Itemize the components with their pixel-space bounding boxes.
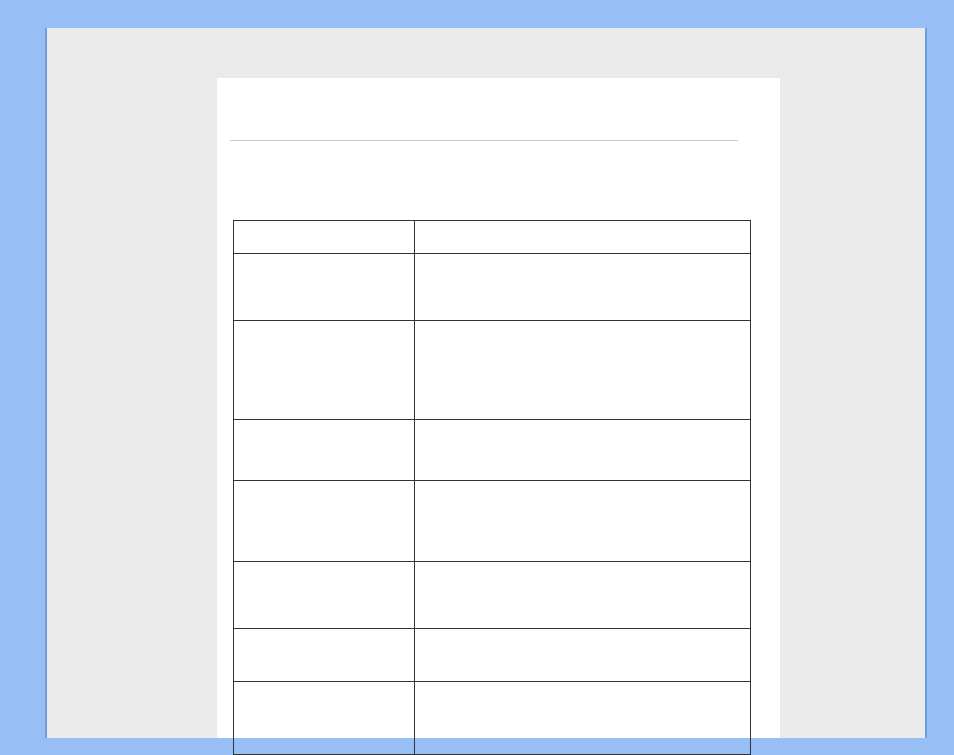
table-cell-right[interactable] bbox=[414, 481, 750, 562]
table-cell-left[interactable] bbox=[234, 629, 415, 682]
document-table[interactable] bbox=[233, 220, 751, 755]
table-cell-right[interactable] bbox=[414, 254, 750, 321]
document-page[interactable] bbox=[217, 78, 780, 738]
table-row[interactable] bbox=[234, 254, 751, 321]
table-row[interactable] bbox=[234, 682, 751, 755]
table-cell-left[interactable] bbox=[234, 562, 415, 629]
table-cell-right[interactable] bbox=[414, 562, 750, 629]
table-cell-right[interactable] bbox=[414, 682, 750, 755]
editor-viewport bbox=[45, 28, 927, 738]
table-cell-left[interactable] bbox=[234, 321, 415, 420]
table-cell-right[interactable] bbox=[414, 221, 750, 254]
table-cell-left[interactable] bbox=[234, 481, 415, 562]
table-cell-right[interactable] bbox=[414, 629, 750, 682]
table-row[interactable] bbox=[234, 562, 751, 629]
table-row[interactable] bbox=[234, 321, 751, 420]
table-cell-left[interactable] bbox=[234, 254, 415, 321]
table-cell-left[interactable] bbox=[234, 221, 415, 254]
table-cell-right[interactable] bbox=[414, 321, 750, 420]
table-cell-right[interactable] bbox=[414, 420, 750, 481]
table-cell-left[interactable] bbox=[234, 420, 415, 481]
table-row[interactable] bbox=[234, 420, 751, 481]
table-cell-left[interactable] bbox=[234, 682, 415, 755]
title-underline bbox=[230, 140, 738, 141]
table-row[interactable] bbox=[234, 221, 751, 254]
table-row[interactable] bbox=[234, 629, 751, 682]
table-row[interactable] bbox=[234, 481, 751, 562]
